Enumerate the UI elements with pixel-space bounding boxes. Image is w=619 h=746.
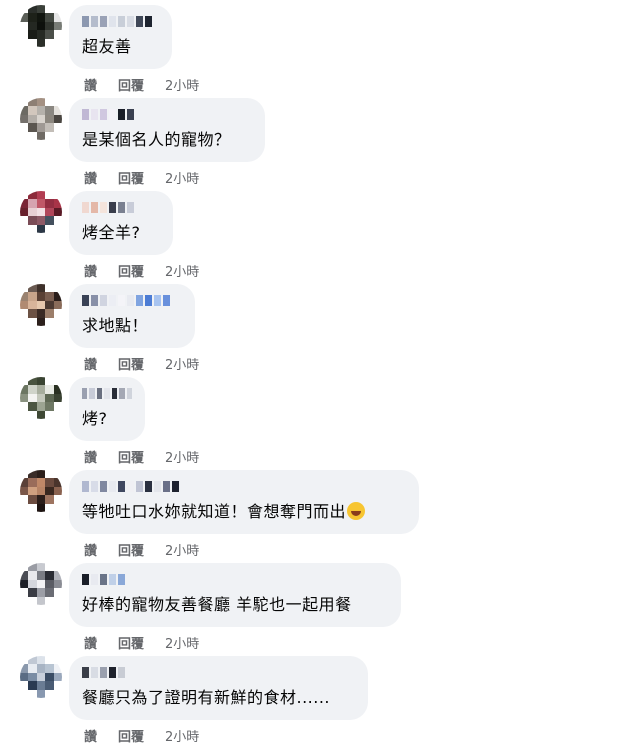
comment-bubble: 超友善	[69, 5, 172, 69]
comment-text-content: 是某個名人的寵物？	[82, 130, 231, 149]
timestamp-link[interactable]: 2小時	[165, 726, 199, 745]
commenter-name-blurred[interactable]	[82, 293, 182, 308]
timestamp-link[interactable]: 2小時	[165, 168, 199, 187]
avatar[interactable]	[20, 377, 62, 419]
comment-text: 烤?	[82, 407, 132, 431]
avatar[interactable]	[20, 98, 62, 140]
comment-text: 是某個名人的寵物？	[82, 128, 252, 152]
comment-actions: 讚 回覆 2小時	[84, 261, 199, 280]
commenter-name-blurred[interactable]	[82, 14, 159, 29]
reply-button[interactable]: 回覆	[118, 540, 144, 559]
reply-button[interactable]: 回覆	[118, 726, 144, 745]
commenter-name-blurred[interactable]	[82, 479, 406, 494]
reply-button[interactable]: 回覆	[118, 354, 144, 373]
comment-bubble: 好棒的寵物友善餐廳 羊駝也一起用餐	[69, 563, 401, 627]
timestamp-link[interactable]: 2小時	[165, 261, 199, 280]
comment-text: 烤全羊?	[82, 221, 160, 245]
avatar[interactable]	[20, 656, 62, 698]
commenter-name-blurred[interactable]	[82, 200, 160, 215]
comment-actions: 讚 回覆 2小時	[84, 354, 199, 373]
avatar[interactable]	[20, 284, 62, 326]
comment-actions: 讚 回覆 2小時	[84, 447, 199, 466]
like-button[interactable]: 讚	[84, 261, 97, 280]
reply-button[interactable]: 回覆	[118, 633, 144, 652]
avatar[interactable]	[20, 5, 62, 47]
comment-bubble: 餐廳只為了證明有新鮮的食材......	[69, 656, 368, 720]
commenter-name-blurred[interactable]	[82, 386, 132, 401]
like-button[interactable]: 讚	[84, 75, 97, 94]
reply-button[interactable]: 回覆	[118, 447, 144, 466]
timestamp-link[interactable]: 2小時	[165, 354, 199, 373]
commenter-name-blurred[interactable]	[82, 572, 388, 587]
comment-bubble: 等牠吐口水妳就知道！會想奪門而出	[69, 470, 419, 534]
comment-text-content: 等牠吐口水妳就知道！會想奪門而出	[82, 502, 347, 521]
like-button[interactable]: 讚	[84, 168, 97, 187]
comment-actions: 讚 回覆 2小時	[84, 168, 199, 187]
comment-actions: 讚 回覆 2小時	[84, 633, 199, 652]
comment-bubble: 烤?	[69, 377, 145, 441]
avatar[interactable]	[20, 563, 62, 605]
comment-text-content: 烤全羊?	[82, 223, 141, 242]
comment-text-content: 烤?	[82, 409, 108, 428]
comment-actions: 讚 回覆 2小時	[84, 540, 199, 559]
like-button[interactable]: 讚	[84, 354, 97, 373]
like-button[interactable]: 讚	[84, 633, 97, 652]
comment-text: 餐廳只為了證明有新鮮的食材......	[82, 686, 355, 710]
like-button[interactable]: 讚	[84, 726, 97, 745]
commenter-name-blurred[interactable]	[82, 665, 355, 680]
comment-actions: 讚 回覆 2小時	[84, 726, 199, 745]
commenter-name-blurred[interactable]	[82, 107, 252, 122]
reply-button[interactable]: 回覆	[118, 261, 144, 280]
timestamp-link[interactable]: 2小時	[165, 447, 199, 466]
avatar[interactable]	[20, 191, 62, 233]
like-button[interactable]: 讚	[84, 447, 97, 466]
reply-button[interactable]: 回覆	[118, 168, 144, 187]
comment-bubble: 是某個名人的寵物？	[69, 98, 265, 162]
comment-actions: 讚 回覆 2小時	[84, 75, 199, 94]
laughing-emoji-icon	[347, 502, 366, 520]
comment-text: 等牠吐口水妳就知道！會想奪門而出	[82, 500, 406, 524]
comment-text-content: 超友善	[82, 37, 132, 56]
avatar[interactable]	[20, 470, 62, 512]
comment-bubble: 求地點！	[69, 284, 195, 348]
comment-text-content: 好棒的寵物友善餐廳 羊駝也一起用餐	[82, 595, 352, 614]
timestamp-link[interactable]: 2小時	[165, 75, 199, 94]
comment-text: 超友善	[82, 35, 159, 59]
comment-bubble: 烤全羊?	[69, 191, 173, 255]
comment-text-content: 求地點！	[82, 316, 149, 335]
timestamp-link[interactable]: 2小時	[165, 633, 199, 652]
timestamp-link[interactable]: 2小時	[165, 540, 199, 559]
comment-text-content: 餐廳只為了證明有新鮮的食材......	[82, 688, 331, 707]
like-button[interactable]: 讚	[84, 540, 97, 559]
reply-button[interactable]: 回覆	[118, 75, 144, 94]
comment-text: 好棒的寵物友善餐廳 羊駝也一起用餐	[82, 593, 388, 617]
comment-text: 求地點！	[82, 314, 182, 338]
